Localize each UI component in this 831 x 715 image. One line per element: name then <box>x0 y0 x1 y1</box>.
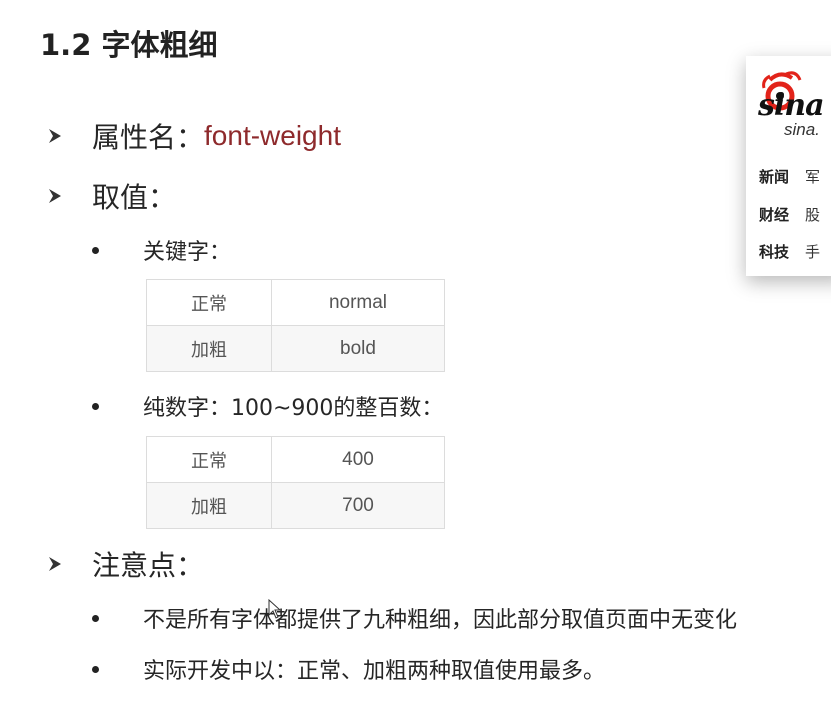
sina-nav-category[interactable]: 科技 <box>759 243 789 261</box>
property-label: 属性名： <box>92 121 205 154</box>
table-cell-value: normal <box>271 279 445 326</box>
numeric-label: 纯数字：100~900的整百数： <box>143 396 444 421</box>
sina-nav-category[interactable]: 新闻 <box>759 168 789 186</box>
sina-logo-text: sina <box>758 88 825 123</box>
note-text: 不是所有字体都提供了九种粗细，因此部分取值页面中无变化 <box>143 608 738 633</box>
dot-bullet-icon <box>92 614 99 622</box>
keyword-item: 关键字： <box>92 234 231 266</box>
table-row: 正常 normal <box>146 279 445 326</box>
sina-nav-row: 财经股 <box>759 204 820 225</box>
table-cell-name: 加粗 <box>146 325 272 372</box>
table-row: 加粗 700 <box>146 482 445 529</box>
sina-nav-sub[interactable]: 手 <box>805 243 820 261</box>
table-row: 正常 400 <box>146 436 445 483</box>
table-cell-value: bold <box>271 325 445 372</box>
note-text: 实际开发中以：正常、加粗两种取值使用最多。 <box>143 659 606 684</box>
property-value: font-weight <box>204 120 341 151</box>
table-row: 加粗 bold <box>146 325 445 372</box>
table-cell-value: 400 <box>271 436 445 483</box>
mouse-cursor-icon <box>268 599 282 619</box>
values-item: 取值： <box>42 176 176 216</box>
sina-nav-row: 科技手 <box>759 241 820 262</box>
numeric-table: 正常 400 加粗 700 <box>146 436 445 529</box>
dot-bullet-icon <box>92 665 99 673</box>
sina-nav-category[interactable]: 财经 <box>759 206 789 224</box>
sina-preview-card: sina sina. 新闻军 财经股 科技手 <box>746 56 831 276</box>
note-item: 不是所有字体都提供了九种粗细，因此部分取值页面中无变化 <box>92 602 737 634</box>
sina-logo-subtext: sina. <box>784 120 820 139</box>
arrow-bullet-icon <box>42 551 68 577</box>
keyword-label: 关键字： <box>143 240 232 265</box>
keyword-table: 正常 normal 加粗 bold <box>146 279 445 372</box>
sina-nav-row: 新闻军 <box>759 166 820 187</box>
arrow-bullet-icon <box>42 183 68 209</box>
page-title: 1.2 字体粗细 <box>40 28 218 62</box>
notes-item: 注意点： <box>42 544 204 584</box>
table-cell-value: 700 <box>271 482 445 529</box>
sina-nav-sub[interactable]: 军 <box>805 168 820 186</box>
dot-bullet-icon <box>92 246 99 254</box>
table-cell-name: 加粗 <box>146 482 272 529</box>
dot-bullet-icon <box>92 402 99 410</box>
arrow-bullet-icon <box>42 123 68 149</box>
values-heading: 取值： <box>92 181 177 214</box>
sina-nav-sub[interactable]: 股 <box>805 206 820 224</box>
note-item: 实际开发中以：正常、加粗两种取值使用最多。 <box>92 653 605 685</box>
table-cell-name: 正常 <box>146 436 272 483</box>
property-item: 属性名： font-weight <box>42 116 341 156</box>
notes-heading: 注意点： <box>92 549 205 582</box>
table-cell-name: 正常 <box>146 279 272 326</box>
numeric-item: 纯数字：100~900的整百数： <box>92 390 443 422</box>
